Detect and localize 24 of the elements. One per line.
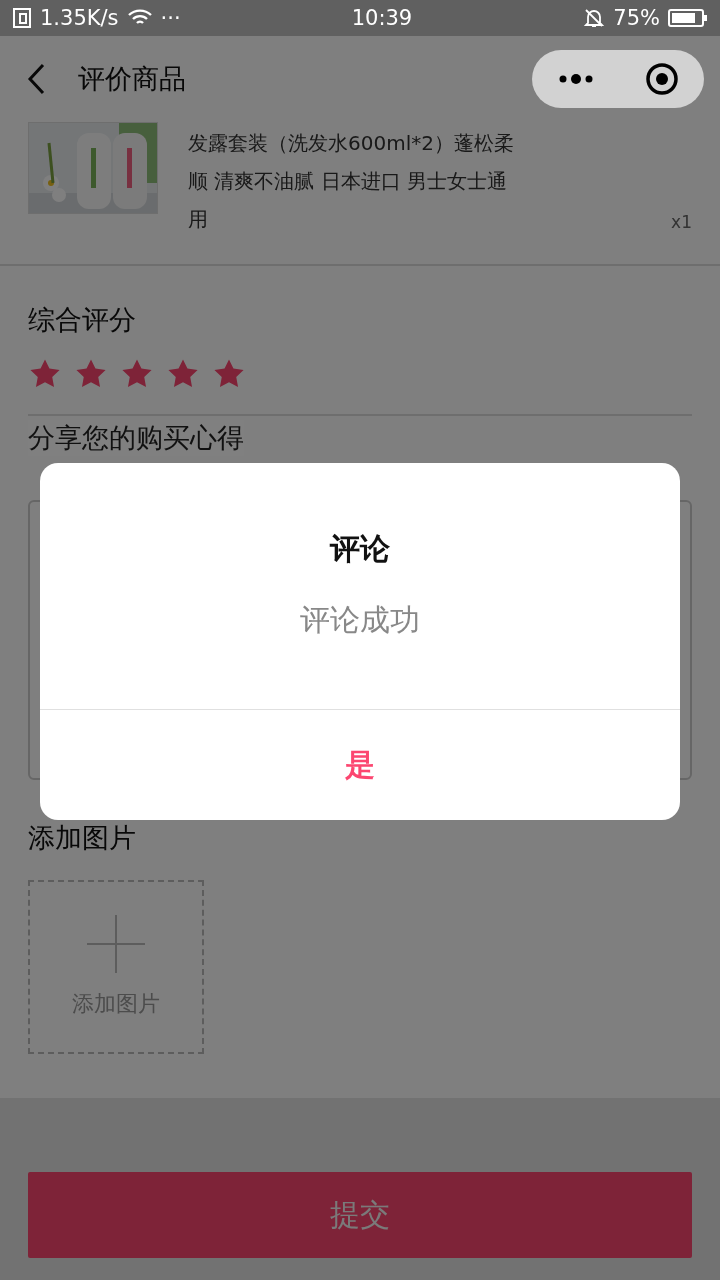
star-icon[interactable] bbox=[28, 358, 62, 390]
close-icon[interactable] bbox=[644, 62, 679, 96]
battery-percent: 75% bbox=[613, 6, 660, 30]
sim-icon bbox=[12, 7, 32, 29]
star-icon[interactable] bbox=[212, 358, 246, 390]
product-name: 发露套装（洗发水600ml*2）蓬松柔顺 清爽不油腻 日本进口 男士女士通用 bbox=[188, 130, 515, 233]
submit-button[interactable]: 提交 bbox=[28, 1172, 692, 1258]
dialog-title: 评论 bbox=[330, 530, 390, 568]
network-speed: 1.35K/s bbox=[40, 6, 119, 30]
quantity: x1 bbox=[671, 212, 692, 232]
section-label: 添加图片 bbox=[28, 821, 137, 855]
muted-bell-icon bbox=[583, 7, 606, 29]
confirm-button[interactable]: 是 bbox=[40, 710, 680, 820]
star-icon[interactable] bbox=[166, 358, 200, 390]
star-icon[interactable] bbox=[74, 358, 108, 390]
more-icon[interactable] bbox=[557, 73, 594, 85]
more-dots: ··· bbox=[160, 6, 181, 30]
dialog-message: 评论成功 bbox=[300, 601, 420, 639]
section-label: 综合评分 bbox=[28, 303, 137, 337]
clock: 10:39 bbox=[350, 6, 414, 30]
page-title: 评价商品 bbox=[78, 62, 186, 96]
battery-icon bbox=[668, 8, 708, 28]
plus-icon bbox=[87, 915, 145, 973]
star-icon[interactable] bbox=[120, 358, 154, 390]
